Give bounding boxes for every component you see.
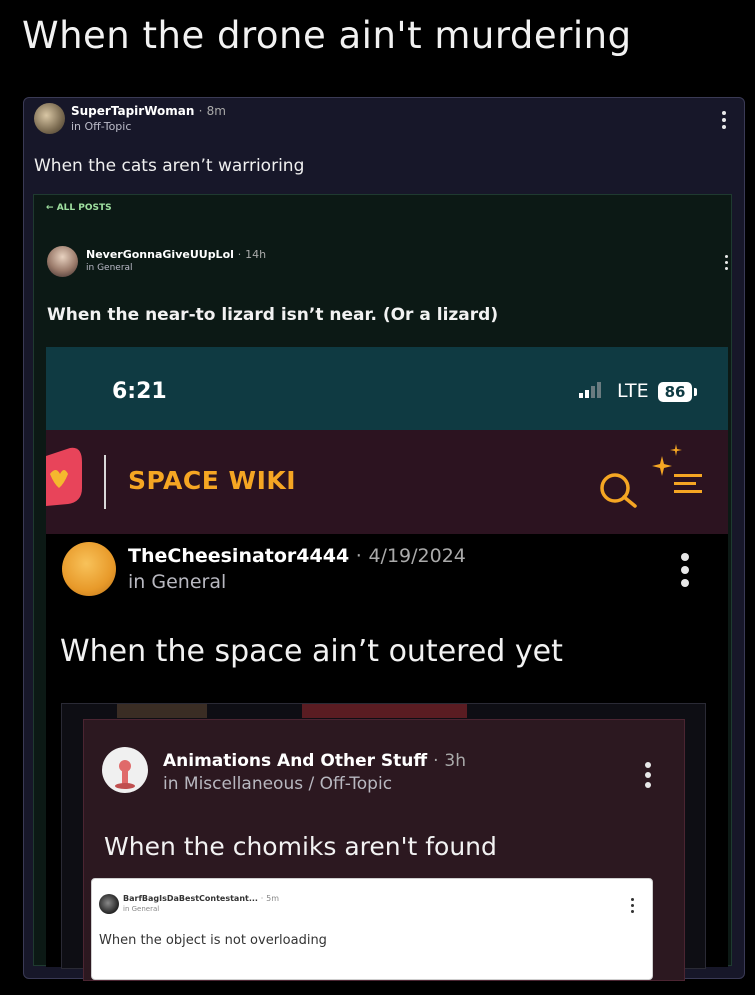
signal-icon — [579, 381, 607, 399]
separator: · — [237, 248, 242, 261]
embedded-post-5: Animations And Other Stuff · 3h in Misce… — [83, 719, 685, 981]
character-icon — [115, 760, 135, 789]
post-time: 3h — [444, 751, 466, 771]
username[interactable]: BarfBagIsDaBestContestant... — [123, 894, 258, 903]
post-time: 8m — [206, 104, 226, 118]
separator: · — [198, 104, 203, 118]
avatar[interactable] — [47, 246, 78, 277]
phone-screenshot: 6:21 LTE 86 SPACE WIKI TheCheesinator444… — [46, 347, 728, 981]
battery-tip — [694, 388, 697, 396]
community-label[interactable]: in General — [128, 571, 226, 593]
divider — [104, 455, 106, 509]
image-strip — [302, 704, 467, 718]
meme-title: When the drone ain't murdering — [22, 14, 632, 57]
post-text: When the space ain’t outered yet — [60, 634, 563, 669]
more-options-icon[interactable] — [716, 108, 732, 132]
embedded-image: Animations And Other Stuff · 3h in Misce… — [61, 703, 706, 981]
more-options-icon[interactable] — [678, 550, 692, 590]
more-options-icon[interactable] — [722, 251, 730, 273]
post-text: When the cats aren’t warrioring — [34, 156, 305, 176]
battery-icon: 86 — [658, 382, 692, 402]
community-label[interactable]: in General — [86, 263, 133, 273]
search-icon[interactable] — [598, 470, 642, 510]
post-time: 14h — [245, 248, 267, 261]
back-to-all-posts-link[interactable]: ← ALL POSTS — [46, 203, 112, 213]
sparkle-menu-icon[interactable] — [650, 442, 706, 502]
image-strip — [117, 704, 207, 718]
community-label[interactable]: in Off-Topic — [71, 120, 131, 133]
clock: 6:21 — [112, 379, 167, 404]
app-header: SPACE WIKI — [46, 430, 728, 534]
post-time: 5m — [266, 894, 279, 903]
avatar[interactable] — [99, 894, 119, 914]
arrow-left-icon: ← — [46, 203, 54, 213]
separator: · — [355, 545, 362, 567]
username[interactable]: SuperTapirWoman — [71, 104, 194, 118]
post-date: 4/19/2024 — [368, 545, 466, 567]
separator: · — [433, 751, 439, 771]
username[interactable]: Animations And Other Stuff — [163, 751, 427, 771]
separator: · — [260, 894, 264, 903]
post-text: When the near-to lizard isn’t near. (Or … — [47, 305, 499, 325]
status-bar: 6:21 LTE 86 — [46, 347, 728, 430]
community-label[interactable]: in Miscellaneous / Off-Topic — [163, 774, 392, 794]
more-options-icon[interactable] — [628, 896, 636, 914]
username[interactable]: TheCheesinator4444 — [128, 545, 349, 567]
avatar[interactable] — [34, 103, 65, 134]
post-text: When the object is not overloading — [99, 933, 327, 948]
avatar[interactable] — [102, 747, 148, 793]
app-title: SPACE WIKI — [128, 466, 297, 495]
username[interactable]: NeverGonnaGiveUUpLol — [86, 248, 234, 261]
more-options-icon[interactable] — [641, 758, 655, 792]
app-logo-icon[interactable] — [46, 444, 86, 508]
post-text: When the chomiks aren't found — [104, 832, 497, 861]
community-label[interactable]: in General — [123, 905, 159, 913]
embedded-post-6: BarfBagIsDaBestContestant... · 5m in Gen… — [91, 878, 653, 980]
network-label: LTE — [617, 380, 649, 402]
avatar[interactable] — [62, 542, 116, 596]
